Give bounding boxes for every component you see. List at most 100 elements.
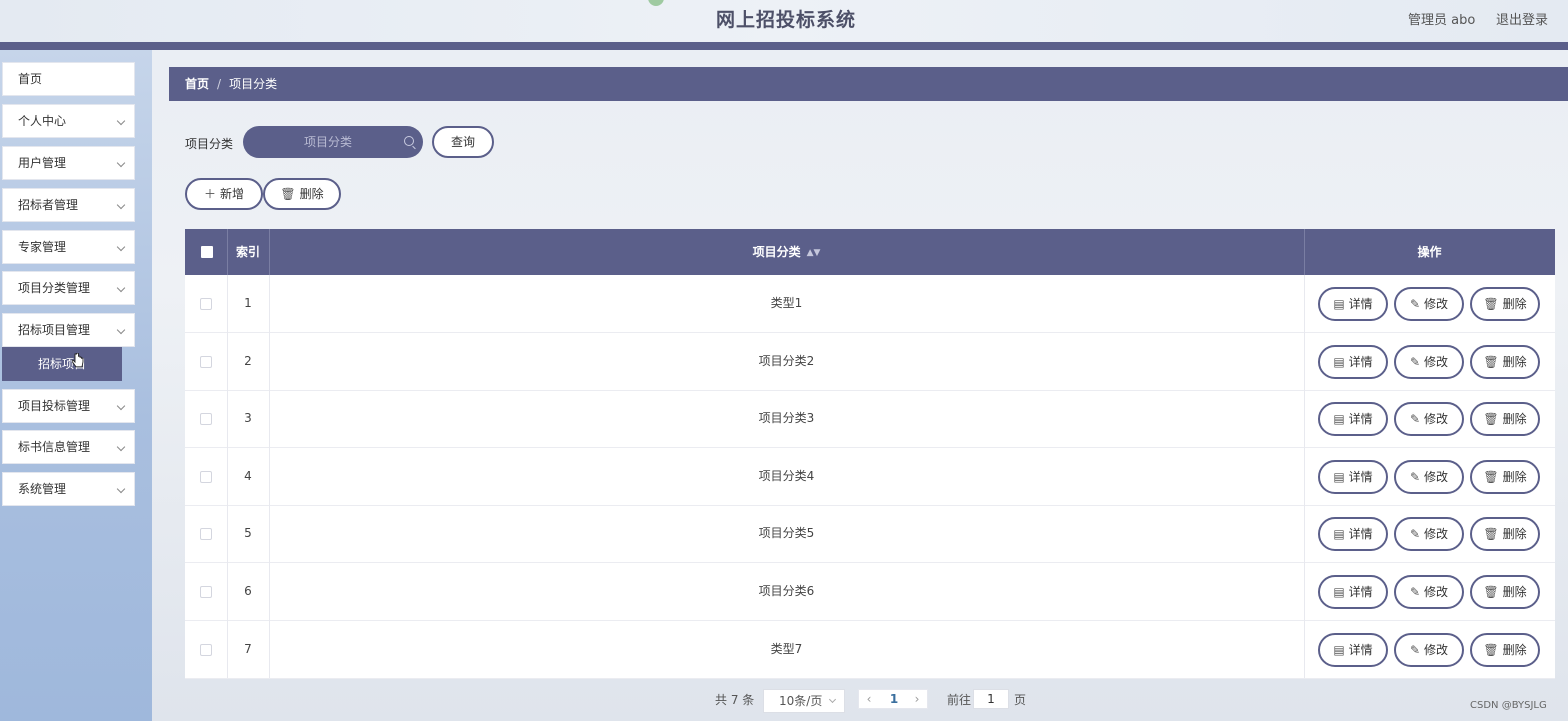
detail-button[interactable]: ▤ 详情	[1318, 632, 1388, 667]
trash-icon: 🗑	[1483, 585, 1499, 599]
sidebar-item-tender-project-management[interactable]: 招标项目管理	[2, 313, 135, 347]
document-icon: ▤	[1333, 297, 1345, 311]
trash-icon: 🗑	[1483, 469, 1499, 484]
sidebar-subitem-tender-project[interactable]: 招标项目	[2, 347, 122, 381]
search-field[interactable]	[243, 126, 423, 158]
query-button[interactable]: 查询	[432, 126, 494, 158]
row-checkbox[interactable]	[200, 298, 212, 310]
pencil-icon: ✎	[1409, 412, 1421, 427]
chevron-down-icon	[116, 158, 126, 168]
row-checkbox[interactable]	[200, 413, 212, 426]
pencil-icon: ✎	[1409, 354, 1421, 369]
edit-button[interactable]: ✎ 修改	[1394, 517, 1464, 552]
sidebar-item-system-management[interactable]: 系统管理	[2, 472, 135, 506]
edit-button[interactable]: ✎ 修改	[1394, 402, 1464, 437]
delete-button[interactable]: 🗑 删除	[1470, 575, 1540, 609]
edit-button[interactable]: ✎ 修改	[1394, 344, 1464, 379]
column-divider	[269, 275, 270, 678]
search-input[interactable]	[253, 126, 403, 158]
detail-button[interactable]: ▤ 详情	[1318, 287, 1388, 321]
chevron-down-icon	[116, 442, 126, 452]
document-icon: ▤	[1333, 585, 1345, 599]
table-row: 5 项目分类5 ▤ 详情 ✎ 修改 🗑 删除	[185, 505, 1555, 564]
sort-icon[interactable]: ▲▼	[807, 230, 821, 276]
table-row: 3 项目分类3 ▤ 详情 ✎ 修改 🗑 删除	[185, 390, 1555, 449]
detail-button[interactable]: ▤ 详情	[1318, 517, 1388, 552]
detail-button-label: 详情	[1348, 642, 1373, 657]
row-select-cell	[185, 621, 227, 678]
edit-button[interactable]: ✎ 修改	[1394, 575, 1464, 609]
edit-button-label: 修改	[1424, 527, 1449, 542]
detail-button[interactable]: ▤ 详情	[1318, 344, 1388, 379]
row-checkbox[interactable]	[200, 355, 212, 368]
page-number[interactable]: 1	[884, 690, 904, 708]
document-icon: ▤	[1333, 642, 1345, 657]
sidebar-item-label: 项目投标管理	[18, 399, 91, 413]
row-checkbox[interactable]	[200, 470, 212, 483]
row-select-cell	[185, 448, 227, 505]
delete-button[interactable]: 🗑 删除	[1470, 287, 1540, 321]
column-header-category[interactable]: 项目分类 ▲▼	[269, 229, 1304, 275]
edit-button[interactable]: ✎ 修改	[1394, 632, 1464, 667]
edit-button[interactable]: ✎ 修改	[1394, 459, 1464, 494]
delete-button[interactable]: 🗑 删除	[1470, 402, 1540, 437]
logout-link[interactable]: 退出登录	[1496, 9, 1548, 28]
plus-icon: ＋	[203, 187, 216, 201]
pager: ‹ 1 ›	[858, 689, 928, 709]
delete-button[interactable]: 🗑 删除	[1470, 517, 1540, 552]
detail-button-label: 详情	[1348, 585, 1373, 599]
edit-button-label: 修改	[1424, 297, 1449, 311]
sidebar-item-expert-management[interactable]: 专家管理	[2, 230, 135, 264]
prev-page-button[interactable]: ‹	[859, 690, 879, 708]
row-checkbox[interactable]	[200, 643, 212, 656]
sidebar-item-project-bid-management[interactable]: 项目投标管理	[2, 389, 135, 423]
batch-delete-button[interactable]: 🗑 删除	[263, 178, 341, 210]
edit-button[interactable]: ✎ 修改	[1394, 287, 1464, 321]
select-all-checkbox[interactable]	[201, 246, 213, 258]
search-icon	[404, 136, 414, 146]
page-size-select[interactable]: 10条/页	[763, 689, 845, 713]
detail-button-label: 详情	[1348, 354, 1373, 369]
pencil-icon: ✎	[1409, 469, 1421, 484]
detail-button[interactable]: ▤ 详情	[1318, 402, 1388, 437]
detail-button-label: 详情	[1348, 527, 1373, 542]
trash-icon: 🗑	[1483, 354, 1499, 369]
row-index: 7	[244, 641, 252, 656]
sidebar-item-category-management[interactable]: 项目分类管理	[2, 271, 135, 305]
goto-page-input[interactable]	[973, 689, 1009, 709]
breadcrumb-home[interactable]: 首页	[185, 77, 209, 91]
header-select-all[interactable]	[185, 229, 227, 275]
sidebar-item-user-management[interactable]: 用户管理	[2, 146, 135, 180]
sidebar-item-label: 标书信息管理	[18, 440, 91, 454]
delete-button-label: 删除	[1502, 412, 1527, 427]
column-divider	[1304, 275, 1305, 678]
edit-button-label: 修改	[1424, 585, 1449, 599]
next-page-button[interactable]: ›	[907, 690, 927, 708]
chevron-down-icon	[116, 325, 126, 335]
delete-button[interactable]: 🗑 删除	[1470, 459, 1540, 494]
row-select-cell	[185, 563, 227, 620]
detail-button[interactable]: ▤ 详情	[1318, 459, 1388, 494]
row-checkbox[interactable]	[200, 586, 212, 598]
add-button[interactable]: ＋ 新增	[185, 178, 263, 210]
document-icon: ▤	[1333, 469, 1345, 484]
chevron-down-icon	[116, 116, 126, 126]
delete-button[interactable]: 🗑 删除	[1470, 344, 1540, 379]
row-checkbox[interactable]	[200, 528, 212, 541]
row-index: 1	[244, 296, 252, 310]
row-category: 项目分类2	[758, 353, 815, 368]
system-title: 网上招投标系统	[716, 9, 857, 31]
column-header-actions: 操作	[1417, 245, 1442, 259]
sidebar-item-bidder-management[interactable]: 招标者管理	[2, 188, 135, 222]
watermark: CSDN @BYSJLG	[1470, 700, 1547, 711]
sidebar-item-personal-center[interactable]: 个人中心	[2, 104, 135, 138]
row-index: 2	[244, 353, 252, 368]
sidebar-item-bid-document-management[interactable]: 标书信息管理	[2, 430, 135, 464]
row-category: 项目分类4	[758, 468, 815, 483]
detail-button[interactable]: ▤ 详情	[1318, 575, 1388, 609]
current-user: 管理员 abo	[1408, 13, 1476, 28]
header-divider-line	[227, 229, 228, 275]
chevron-down-icon	[828, 695, 837, 704]
delete-button[interactable]: 🗑 删除	[1470, 632, 1540, 667]
sidebar-item-home[interactable]: 首页	[2, 62, 135, 96]
